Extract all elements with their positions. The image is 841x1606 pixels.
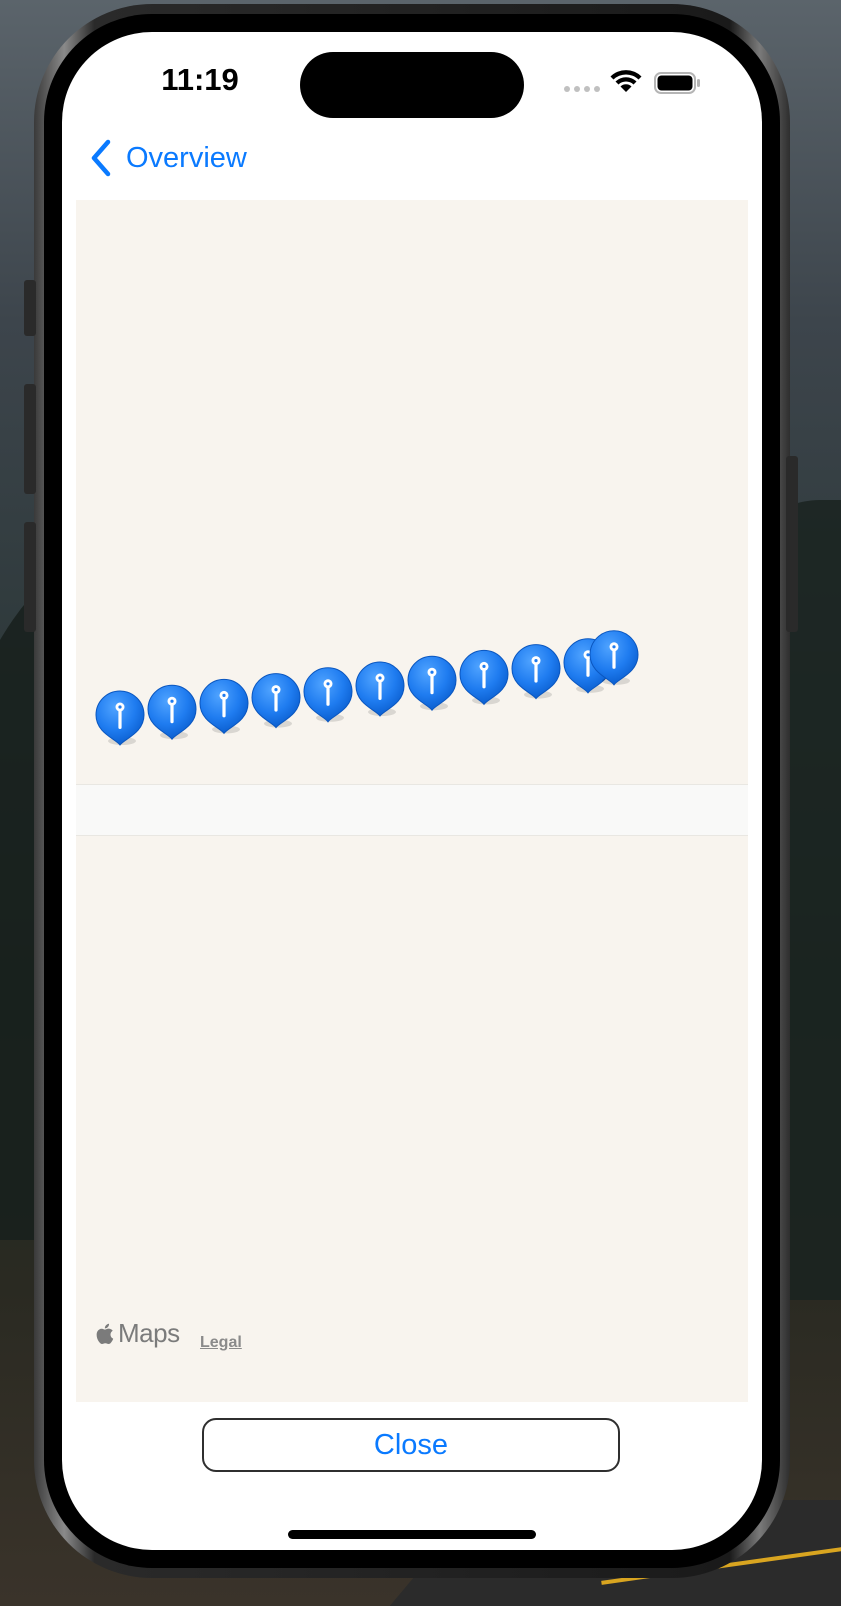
home-indicator bbox=[288, 1530, 536, 1539]
phone-volume-down-button bbox=[24, 522, 36, 632]
dynamic-island bbox=[300, 52, 524, 118]
map-pin-marker[interactable] bbox=[147, 684, 197, 741]
status-time: 11:19 bbox=[161, 62, 239, 97]
chevron-left-icon bbox=[91, 139, 111, 177]
apple-logo-icon bbox=[96, 1323, 114, 1344]
legal-link[interactable]: Legal bbox=[200, 1334, 242, 1352]
map-pin-marker[interactable] bbox=[199, 678, 249, 735]
map-pin-marker[interactable] bbox=[511, 644, 561, 700]
back-button[interactable]: Overview bbox=[88, 136, 247, 180]
map-pin-marker[interactable] bbox=[251, 673, 301, 729]
map-view[interactable]: Maps Legal bbox=[76, 200, 748, 1402]
map-pin-marker[interactable] bbox=[407, 655, 457, 712]
close-button[interactable]: Close bbox=[202, 1418, 620, 1472]
map-pin-marker[interactable] bbox=[459, 649, 509, 706]
map-pins-layer bbox=[95, 630, 639, 746]
phone-volume-up-button bbox=[24, 384, 36, 494]
map-pin-marker[interactable] bbox=[303, 667, 353, 723]
maps-brand-label: Maps bbox=[118, 1318, 180, 1348]
phone-mute-switch bbox=[24, 280, 36, 336]
phone-power-button bbox=[786, 456, 798, 632]
map-pin-marker[interactable] bbox=[95, 690, 145, 746]
battery-icon bbox=[654, 72, 700, 94]
back-button-label: Overview bbox=[126, 141, 247, 174]
wifi-icon bbox=[610, 70, 642, 92]
map-pin-marker[interactable] bbox=[355, 661, 405, 717]
apple-maps-logo: Maps bbox=[96, 1318, 180, 1349]
app-screen: 11:19 Overview Maps Legal Close bbox=[62, 32, 762, 1550]
cellular-signal-icon bbox=[564, 86, 600, 92]
